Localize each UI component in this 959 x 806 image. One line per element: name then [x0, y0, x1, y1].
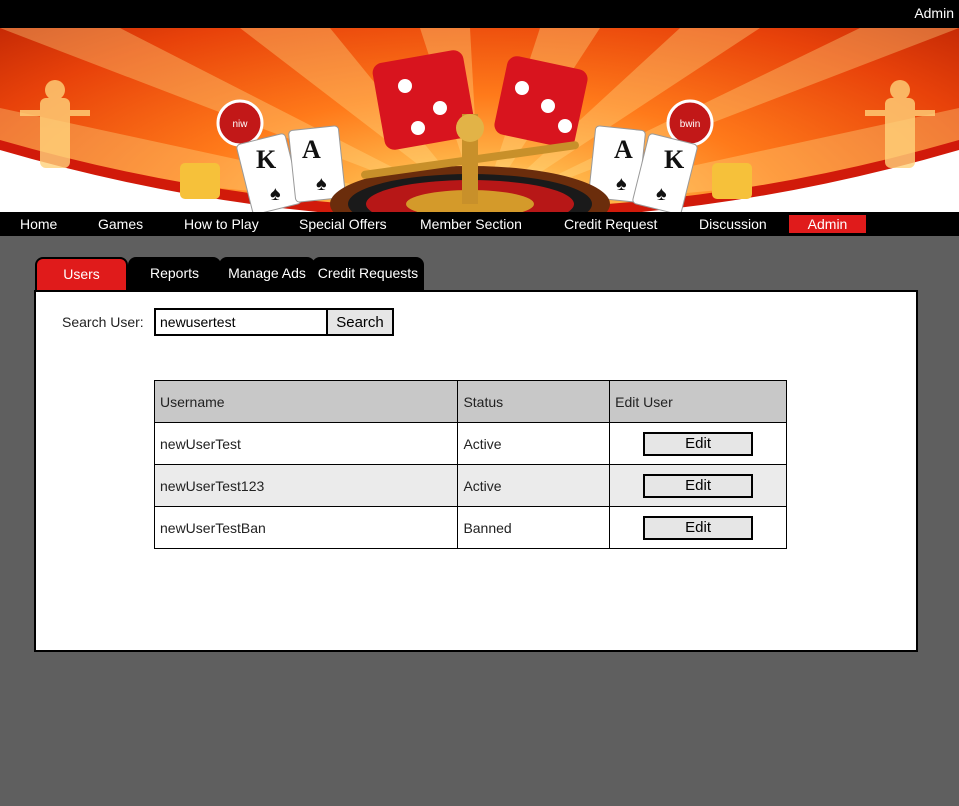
nav-admin[interactable]: Admin [789, 215, 866, 233]
username-cell: newUserTest [153, 422, 459, 465]
status-cell: Active [457, 464, 611, 507]
svg-text:A: A [614, 135, 633, 164]
nav-how-to-play[interactable]: How to Play [184, 215, 259, 233]
status-cell: Banned [457, 506, 611, 549]
table-row: newUserTest123 Active Edit [153, 464, 787, 507]
nav-member-section[interactable]: Member Section [420, 215, 522, 233]
table-header-row: Username Status Edit User [153, 380, 787, 423]
svg-text:♠: ♠ [316, 173, 327, 195]
tab-reports[interactable]: Reports [128, 257, 221, 291]
tab-manage-ads[interactable]: Manage Ads [219, 257, 315, 291]
search-user-input[interactable] [154, 308, 328, 336]
search-button[interactable]: Search [326, 308, 394, 336]
nav-home[interactable]: Home [20, 215, 57, 233]
column-header-edit-user: Edit User [609, 380, 787, 423]
svg-text:bwin: bwin [680, 119, 701, 130]
edit-user-button[interactable]: Edit [643, 473, 754, 498]
nav-special-offers[interactable]: Special Offers [299, 215, 387, 233]
edit-cell: Edit [609, 464, 787, 507]
nav-credit-request[interactable]: Credit Request [564, 215, 657, 233]
nav-games[interactable]: Games [98, 215, 143, 233]
edit-cell: Edit [609, 506, 787, 549]
dice-small-right-icon [712, 163, 752, 199]
main-nav: Home Games How to Play Special Offers Me… [0, 212, 959, 236]
dice-red-right-icon [494, 56, 588, 148]
dice-small-left-icon [180, 163, 220, 199]
edit-cell: Edit [609, 422, 787, 465]
edit-user-button[interactable]: Edit [643, 515, 754, 540]
table-row: newUserTest Active Edit [153, 422, 787, 465]
username-cell: newUserTestBan [153, 506, 459, 549]
edit-user-button[interactable]: Edit [643, 431, 754, 456]
top-bar: Admin [0, 0, 959, 28]
svg-text:K: K [256, 145, 277, 174]
tab-credit-requests[interactable]: Credit Requests [312, 257, 424, 291]
status-cell: Active [457, 422, 611, 465]
nav-discussion[interactable]: Discussion [699, 215, 767, 233]
casino-banner: niw bwin K A ♠ ♠ A K ♠ ♠ [0, 28, 959, 212]
svg-text:K: K [664, 145, 685, 174]
search-user-label: Search User: [62, 314, 144, 330]
table-row: newUserTestBan Banned Edit [153, 506, 787, 549]
column-header-status: Status [457, 380, 611, 423]
column-header-username: Username [153, 380, 459, 423]
svg-text:♠: ♠ [270, 183, 281, 205]
svg-text:niw: niw [232, 119, 248, 130]
username-cell: newUserTest123 [153, 464, 459, 507]
svg-text:♠: ♠ [656, 183, 667, 205]
banner-artwork: niw bwin K A ♠ ♠ A K ♠ ♠ [0, 28, 959, 212]
svg-text:♠: ♠ [616, 173, 627, 195]
tab-users[interactable]: Users [35, 257, 128, 291]
svg-text:A: A [302, 135, 321, 164]
users-table: Username Status Edit User newUserTest Ac… [153, 380, 787, 549]
current-user-label[interactable]: Admin [914, 5, 954, 21]
